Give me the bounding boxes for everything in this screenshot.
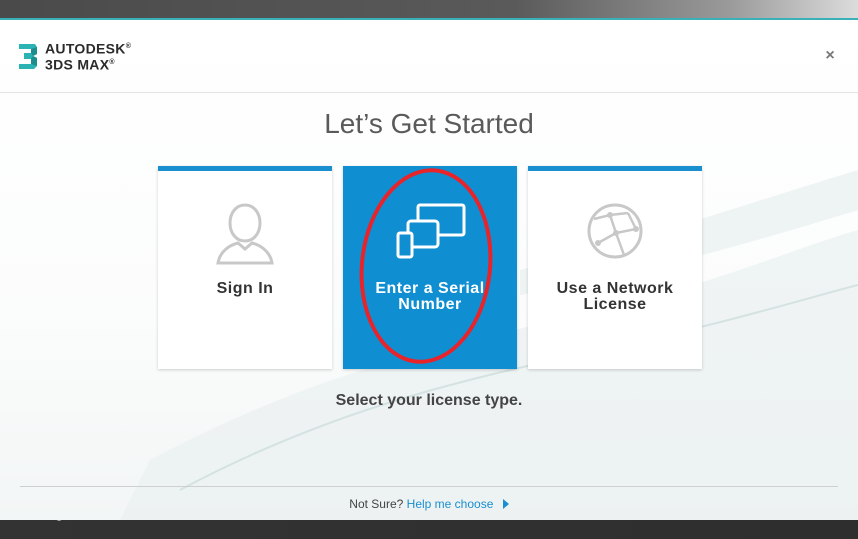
dialog-header: AUTODESK® 3DS MAX® × <box>0 20 858 93</box>
network-license-label-line2: License <box>583 296 647 313</box>
logo-trademark: ® <box>125 43 132 50</box>
enter-serial-label-line1: Enter a Serial <box>375 280 485 297</box>
enter-serial-label-line2: Number <box>398 296 462 313</box>
lets-get-started-dialog: AUTODESK® 3DS MAX® × Let’s Get Started S… <box>0 18 858 520</box>
devices-icon <box>396 203 466 259</box>
logo-autodesk-text: AUTODESK <box>45 40 126 57</box>
help-me-choose-link[interactable]: Help me choose <box>407 497 494 511</box>
background-window-bottom <box>0 517 858 539</box>
autodesk-3dsmax-logo: AUTODESK® 3DS MAX® <box>17 40 131 71</box>
arrow-right-icon[interactable] <box>502 499 509 509</box>
logo-trademark-2: ® <box>109 58 115 66</box>
license-type-prompt: Select your license type. <box>335 392 523 409</box>
close-button[interactable]: × <box>822 48 838 64</box>
enter-serial-label: Enter a Serial Number <box>343 281 517 313</box>
logo-product-text: 3DS MAX <box>45 56 110 73</box>
network-globe-icon <box>587 203 643 259</box>
network-license-tile[interactable]: Use a Network License <box>528 166 702 369</box>
footer-divider <box>20 486 838 487</box>
sign-in-tile[interactable]: Sign In <box>158 166 332 369</box>
sign-in-label: Sign In <box>216 280 274 297</box>
footer: Not Sure? Help me choose <box>0 497 858 511</box>
network-license-label-line1: Use a Network <box>556 280 674 297</box>
network-license-label: Use a Network License <box>528 281 702 313</box>
enter-serial-number-tile[interactable]: Enter a Serial Number <box>343 166 517 369</box>
3dsmax-logo-icon <box>19 43 37 69</box>
not-sure-text: Not Sure? <box>349 497 404 511</box>
page-title: Let’s Get Started <box>324 108 534 139</box>
user-silhouette-icon <box>216 203 274 265</box>
